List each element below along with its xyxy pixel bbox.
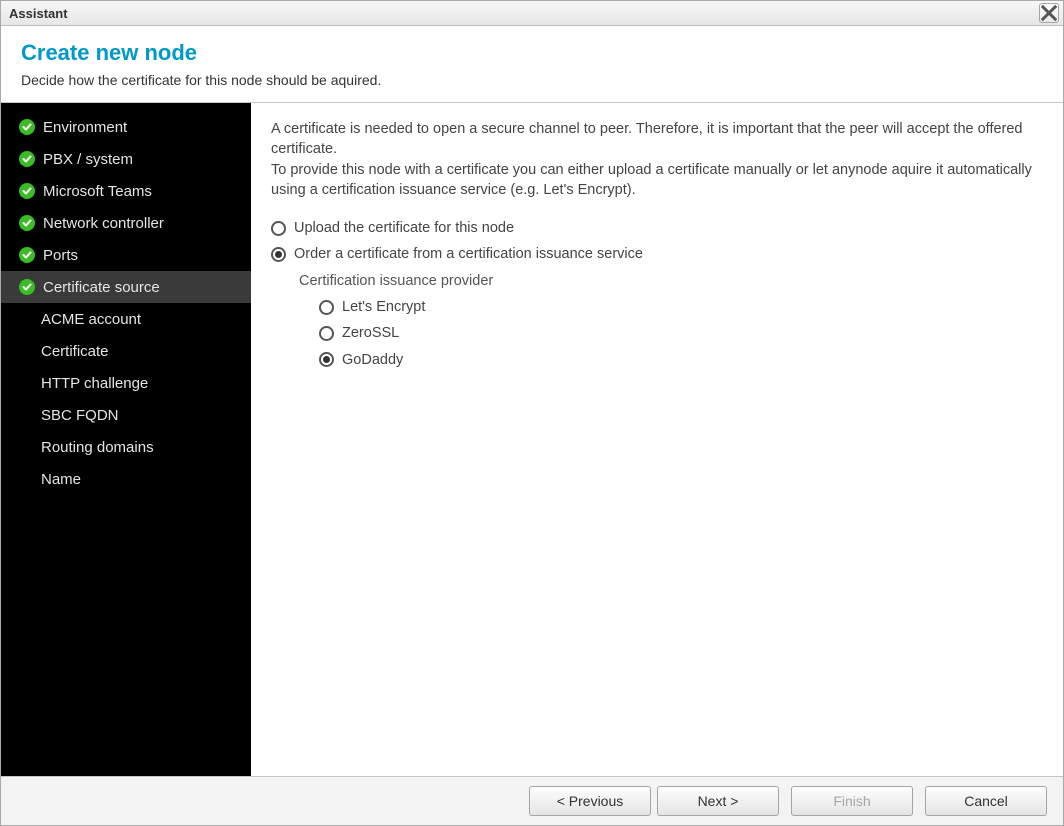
- sidebar-step[interactable]: Ports: [1, 239, 251, 271]
- sidebar-step-label: Microsoft Teams: [43, 183, 152, 200]
- check-icon: [19, 279, 35, 295]
- wizard-footer: < Previous Next > Finish Cancel: [1, 777, 1063, 825]
- check-icon: [19, 247, 35, 263]
- sidebar-step[interactable]: Name: [1, 463, 251, 495]
- window-title: Assistant: [9, 6, 68, 21]
- provider-option[interactable]: GoDaddy: [319, 350, 1043, 370]
- radio-upload[interactable]: [271, 221, 286, 236]
- wizard-content: A certificate is needed to open a secure…: [251, 103, 1063, 776]
- provider-group: Certification issuance provider Let's En…: [299, 271, 1043, 370]
- sidebar-step[interactable]: ACME account: [1, 303, 251, 335]
- sidebar-step[interactable]: Routing domains: [1, 431, 251, 463]
- sidebar-step[interactable]: PBX / system: [1, 143, 251, 175]
- sidebar-step[interactable]: SBC FQDN: [1, 399, 251, 431]
- radio-provider[interactable]: [319, 300, 334, 315]
- check-icon: [19, 215, 35, 231]
- wizard-header: Create new node Decide how the certifica…: [1, 26, 1063, 103]
- page-subtitle: Decide how the certificate for this node…: [21, 72, 1043, 88]
- option-order-label: Order a certificate from a certification…: [294, 244, 643, 264]
- check-icon: [19, 119, 35, 135]
- sidebar-step-label: Environment: [43, 119, 127, 136]
- wizard-body: Environment PBX / system Microsoft Teams Ne…: [1, 103, 1063, 777]
- provider-label: Let's Encrypt: [342, 297, 425, 317]
- intro-line-1: A certificate is needed to open a secure…: [271, 119, 1043, 160]
- option-upload-label: Upload the certificate for this node: [294, 218, 514, 238]
- titlebar: Assistant: [1, 1, 1063, 26]
- radio-provider[interactable]: [319, 352, 334, 367]
- provider-option[interactable]: ZeroSSL: [319, 323, 1043, 343]
- sidebar-step[interactable]: Certificate source: [1, 271, 251, 303]
- sidebar-step-label: PBX / system: [43, 151, 133, 168]
- intro-text: A certificate is needed to open a secure…: [271, 119, 1043, 200]
- assistant-dialog: Assistant Create new node Decide how the…: [0, 0, 1064, 826]
- sidebar-step-label: Certificate source: [43, 279, 160, 296]
- option-upload-row[interactable]: Upload the certificate for this node: [271, 218, 1043, 238]
- sidebar-step-label: Network controller: [43, 215, 164, 232]
- sidebar-step-label: SBC FQDN: [41, 407, 119, 424]
- sidebar-step-label: ACME account: [41, 311, 141, 328]
- provider-label: GoDaddy: [342, 350, 403, 370]
- check-icon: [19, 183, 35, 199]
- sidebar-step[interactable]: Certificate: [1, 335, 251, 367]
- provider-heading: Certification issuance provider: [299, 271, 1043, 291]
- provider-option[interactable]: Let's Encrypt: [319, 297, 1043, 317]
- sidebar-step-label: Certificate: [41, 343, 109, 360]
- finish-button[interactable]: Finish: [791, 786, 913, 816]
- provider-options: Let's Encrypt ZeroSSL GoDaddy: [319, 297, 1043, 370]
- next-button[interactable]: Next >: [657, 786, 779, 816]
- sidebar-step-label: Name: [41, 471, 81, 488]
- close-button[interactable]: [1039, 3, 1059, 23]
- option-order-row[interactable]: Order a certificate from a certification…: [271, 244, 1043, 264]
- cancel-button[interactable]: Cancel: [925, 786, 1047, 816]
- wizard-steps-sidebar: Environment PBX / system Microsoft Teams Ne…: [1, 103, 251, 776]
- sidebar-step[interactable]: HTTP challenge: [1, 367, 251, 399]
- check-icon: [19, 151, 35, 167]
- radio-provider[interactable]: [319, 326, 334, 341]
- provider-label: ZeroSSL: [342, 323, 399, 343]
- sidebar-step[interactable]: Microsoft Teams: [1, 175, 251, 207]
- radio-order[interactable]: [271, 247, 286, 262]
- close-icon: [1040, 4, 1058, 22]
- sidebar-step-label: Ports: [43, 247, 78, 264]
- sidebar-step[interactable]: Environment: [1, 111, 251, 143]
- sidebar-step-label: Routing domains: [41, 439, 154, 456]
- page-title: Create new node: [21, 40, 1043, 66]
- sidebar-step-label: HTTP challenge: [41, 375, 148, 392]
- previous-button[interactable]: < Previous: [529, 786, 651, 816]
- sidebar-step[interactable]: Network controller: [1, 207, 251, 239]
- intro-line-2: To provide this node with a certificate …: [271, 160, 1043, 201]
